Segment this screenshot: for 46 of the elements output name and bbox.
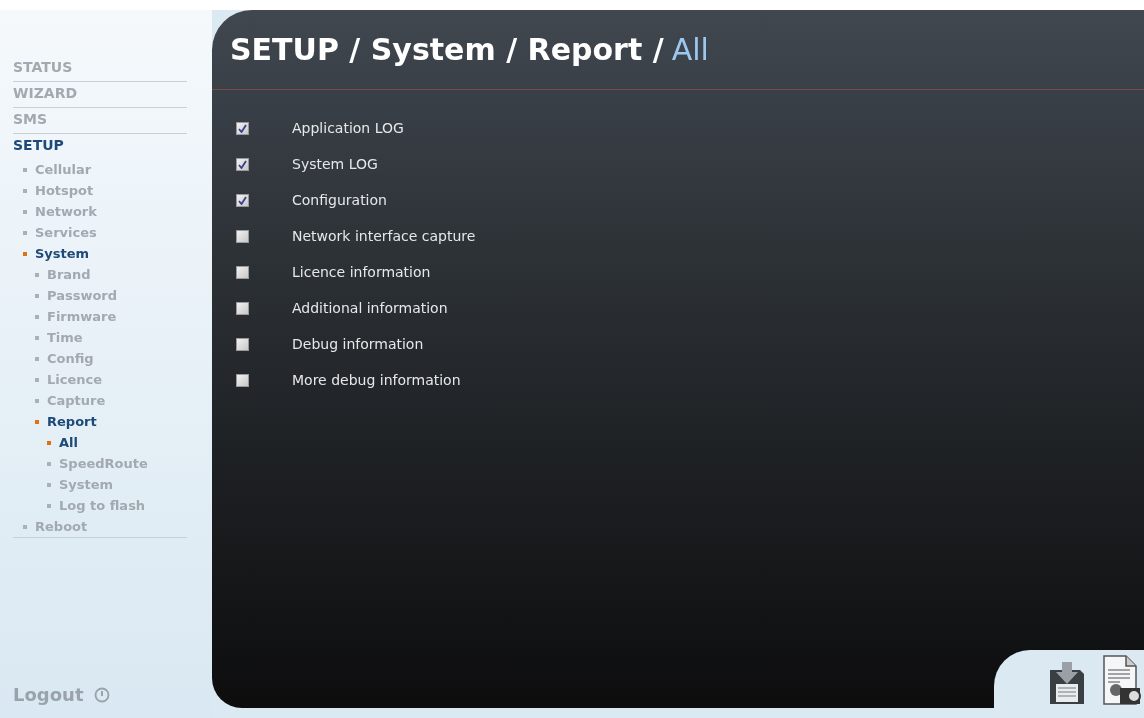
sidebar-item[interactable]: SMS — [13, 109, 48, 130]
option-label: Configuration — [292, 190, 387, 210]
checkbox[interactable] — [236, 265, 249, 279]
sidebar-item[interactable]: System — [59, 474, 114, 495]
sidebar-item[interactable]: Reboot — [35, 516, 88, 537]
sidebar-item[interactable]: Brand — [47, 264, 91, 285]
checkbox[interactable] — [236, 121, 249, 135]
document-gear-icon[interactable] — [1102, 654, 1142, 706]
checkbox[interactable] — [236, 157, 249, 171]
breadcrumb-path: SETUP / System / Report / — [230, 31, 664, 69]
option-label: Debug information — [292, 334, 424, 354]
checkmark-icon — [238, 123, 247, 133]
sidebar-item[interactable]: Cellular — [35, 159, 92, 180]
sidebar-item[interactable]: System — [35, 243, 90, 264]
checkbox[interactable] — [236, 193, 249, 207]
sidebar-item[interactable]: WIZARD — [13, 83, 78, 104]
sidebar-item[interactable]: Time — [47, 327, 83, 348]
sidebar-item[interactable]: Network — [35, 201, 97, 222]
checkbox[interactable] — [236, 229, 249, 243]
checkmark-icon — [238, 159, 247, 169]
sidebar-item[interactable]: Firmware — [47, 306, 117, 327]
option-label: Network interface capture — [292, 226, 476, 246]
sidebar-item[interactable]: STATUS — [13, 57, 73, 78]
sidebar-item[interactable]: All — [59, 432, 78, 453]
sidebar-item[interactable]: Password — [47, 285, 118, 306]
option-label: Licence information — [292, 262, 431, 282]
sidebar-item[interactable]: Report — [47, 411, 97, 432]
sidebar-item[interactable]: Licence — [47, 369, 103, 390]
option-label: More debug information — [292, 370, 461, 390]
option-label: Application LOG — [292, 118, 404, 138]
checkbox[interactable] — [236, 373, 249, 387]
option-label: Additional information — [292, 298, 448, 318]
sidebar-item[interactable]: SpeedRoute — [59, 453, 148, 474]
sidebar-item[interactable]: Config — [47, 348, 94, 369]
checkmark-icon — [238, 195, 247, 205]
sidebar-item[interactable]: Hotspot — [35, 180, 94, 201]
option-label: System LOG — [292, 154, 378, 174]
checkbox[interactable] — [236, 301, 249, 315]
sidebar-item[interactable]: Services — [35, 222, 97, 243]
save-icon[interactable] — [1048, 662, 1086, 706]
checkbox[interactable] — [236, 337, 249, 351]
sidebar-item[interactable]: SETUP — [13, 135, 64, 156]
current-page-title: All — [671, 31, 709, 69]
sidebar-item[interactable]: Capture — [47, 390, 106, 411]
logout-link[interactable]: Logout — [13, 681, 84, 708]
sidebar-item[interactable]: Log to flash — [59, 495, 146, 516]
